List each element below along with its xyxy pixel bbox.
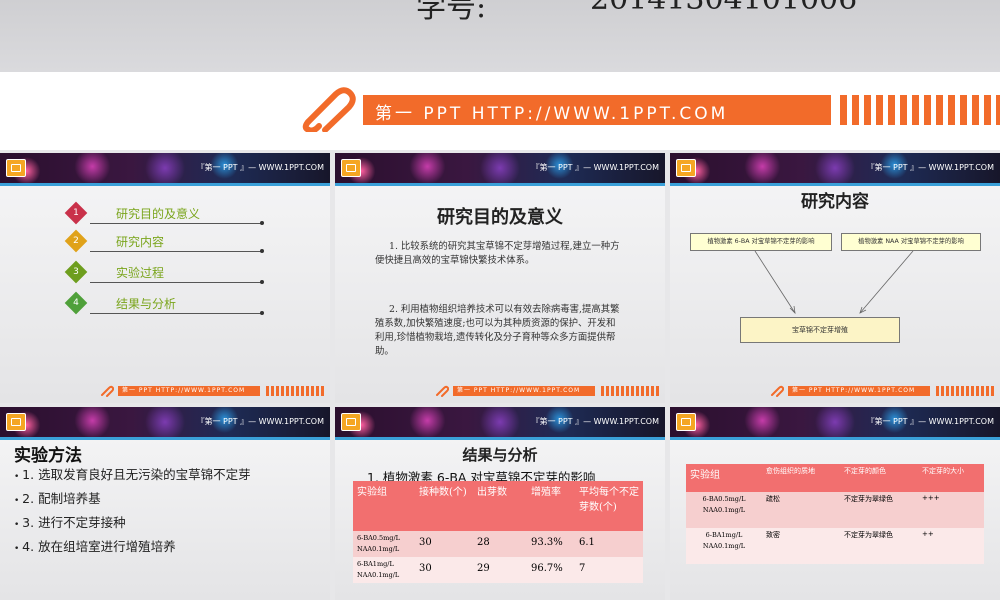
slide-thumbnail-6[interactable]: 『第一 PPT 』— WWW.1PPT.COM 实验组 愈伤组织的质地 不定芽的… (670, 407, 1000, 600)
slide-header-text: 『第一 PPT 』— WWW.1PPT.COM (531, 417, 659, 426)
slide-title: 实验方法 (14, 446, 82, 466)
paperclip-icon (101, 385, 114, 397)
slide-thumbnail-4[interactable]: 『第一 PPT 』— WWW.1PPT.COM 实验方法 1. 选取发育良好且无… (0, 407, 330, 600)
slide-icon (341, 159, 361, 177)
list-item: 4. 放在组培室进行增殖培养 (14, 536, 251, 560)
results-table-2: 实验组 愈伤组织的质地 不定芽的颜色 不定芽的大小 6-BA0.5mg/L NA… (686, 464, 984, 564)
slide-icon (6, 413, 26, 431)
slide-header-text: 『第一 PPT 』— WWW.1PPT.COM (531, 163, 659, 172)
list-item: 3. 进行不定芽接种 (14, 512, 251, 536)
menu-item-2: 2 研究内容 (64, 229, 268, 253)
student-id-label: 学号: (416, 0, 487, 25)
slide-thumbnail-2[interactable]: 『第一 PPT 』— WWW.1PPT.COM 研究目的及意义 1. 比较系统的… (335, 153, 665, 403)
paperclip-icon (771, 385, 784, 397)
table-row: 6-BA1mg/L NAA0.1mg/L 致密 不定芽为翠绿色 ++ (686, 528, 984, 564)
method-list: 1. 选取发育良好且无污染的宝草锦不定芽 2. 配制培养基 3. 进行不定芽接种… (14, 464, 251, 560)
results-table-1: 实验组 接种数(个) 出芽数 增殖率 平均每个不定芽数(个) 6-BA0.5mg… (353, 481, 643, 583)
slide-icon (341, 413, 361, 431)
banner-text: 第一 PPT HTTP://WWW.1PPT.COM (375, 104, 729, 124)
list-item: 1. 选取发育良好且无污染的宝草锦不定芽 (14, 464, 250, 488)
table-row: 6-BA0.5mg/L NAA0.1mg/L 30 28 93.3% 6.1 (353, 531, 643, 557)
banner-stripes (840, 95, 1000, 125)
student-id-number: 20141304101006 (590, 0, 857, 17)
menu-item-1: 1 研究目的及意义 (64, 201, 268, 225)
slide-thumbnail-5[interactable]: 『第一 PPT 』— WWW.1PPT.COM 结果与分析 1. 植物激素 6-… (335, 407, 665, 600)
table-row: 6-BA1mg/L NAA0.1mg/L 30 29 96.7% 7 (353, 557, 643, 583)
paperclip-icon (302, 87, 356, 132)
result-box: 宝草锦不定芽增殖 (740, 317, 900, 343)
slide-header-text: 『第一 PPT 』— WWW.1PPT.COM (196, 163, 324, 172)
slide-header-text: 『第一 PPT 』— WWW.1PPT.COM (196, 417, 324, 426)
slide-title: 研究目的及意义 (437, 207, 563, 228)
slide-footer: 第一 PPT HTTP://WWW.1PPT.COM (100, 385, 328, 397)
slide-thumbnail-3[interactable]: 『第一 PPT 』— WWW.1PPT.COM 研究内容 植物激素 6-BA 对… (670, 153, 1000, 403)
purpose-paragraph-2: 2. 利用植物组织培养技术可以有效去除病毒害,提高其繁殖系数,加快繁殖速度;也可… (375, 304, 620, 357)
diagram-arrows (754, 250, 914, 315)
slide-header-text: 『第一 PPT 』— WWW.1PPT.COM (866, 417, 994, 426)
purpose-paragraph-1: 1. 比较系统的研究其宝草锦不定芽增殖过程,建立一种方便快捷且高效的宝草锦快繁技… (375, 241, 620, 266)
slide-title: 结果与分析 (462, 446, 538, 464)
factor-box-6ba: 植物激素 6-BA 对宝草锦不定芽的影响 (690, 233, 832, 251)
slide-thumbnail-1[interactable]: 『第一 PPT 』— WWW.1PPT.COM 1 研究目的及意义 2 研究内容… (0, 153, 330, 403)
paperclip-icon (436, 385, 449, 397)
slide-icon (6, 159, 26, 177)
factor-box-naa: 植物激素 NAA 对宝草锦不定芽的影响 (841, 233, 981, 251)
menu-item-4: 4 结果与分析 (64, 291, 268, 315)
current-slide-preview[interactable]: 学号: 20141304101006 第一 PPT HTTP://WWW.1PP… (0, 0, 1000, 150)
list-item: 2. 配制培养基 (14, 488, 251, 512)
menu-item-3: 3 实验过程 (64, 260, 268, 284)
slide-icon (676, 413, 696, 431)
title-area: 学号: 20141304101006 (0, 0, 1000, 72)
slide-footer: 第一 PPT HTTP://WWW.1PPT.COM (435, 385, 663, 397)
slide-footer: 第一 PPT HTTP://WWW.1PPT.COM (770, 385, 998, 397)
table-row: 6-BA0.5mg/L NAA0.1mg/L 疏松 不定芽为翠绿色 +++ (686, 492, 984, 528)
site-banner: 第一 PPT HTTP://WWW.1PPT.COM (300, 86, 1000, 136)
